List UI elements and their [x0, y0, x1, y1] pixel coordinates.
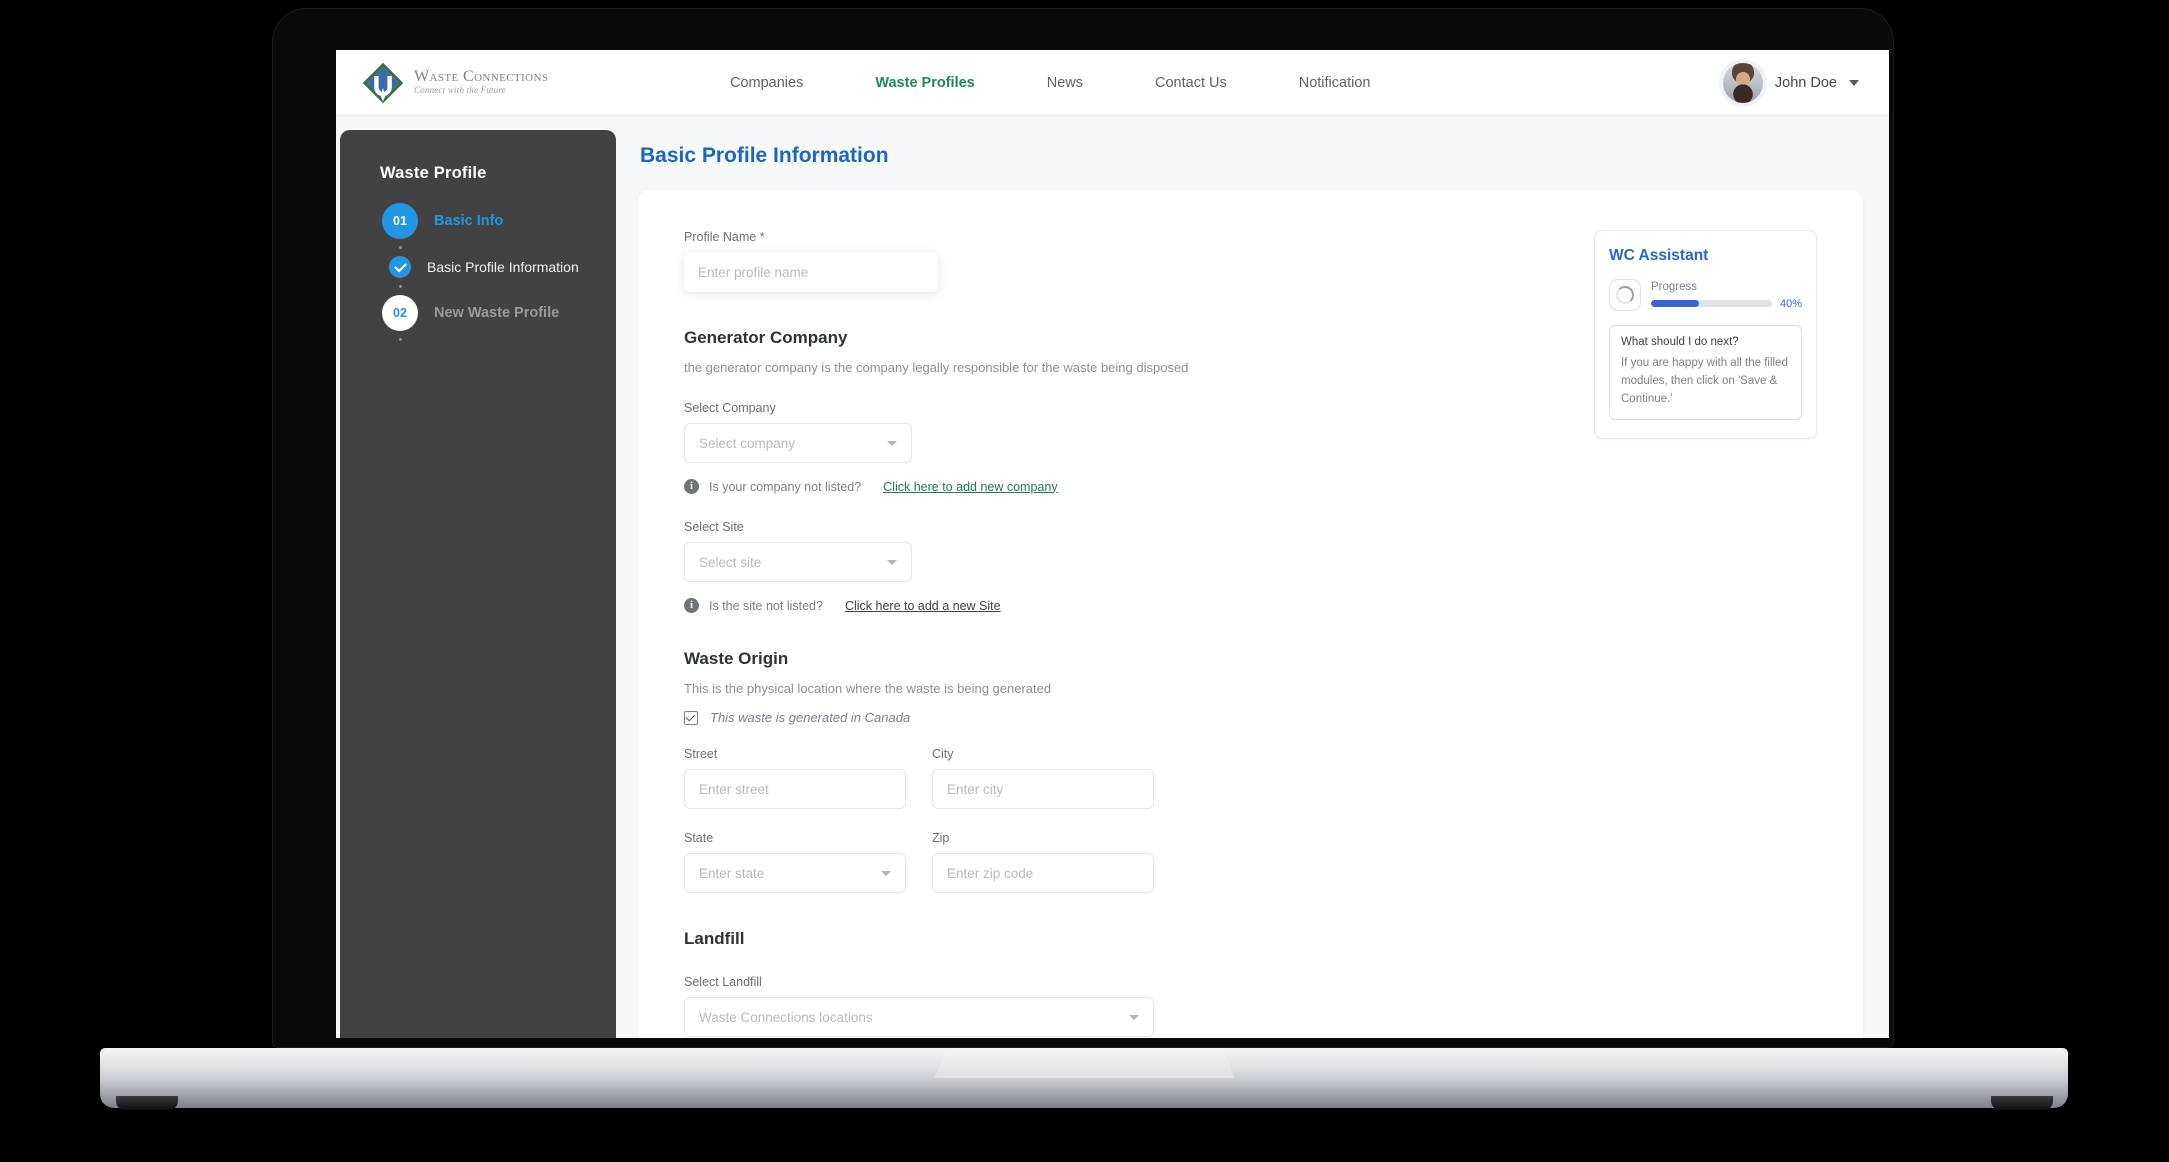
- sidebar: Waste Profile 01 Basic Info Basic Profil…: [340, 130, 616, 1038]
- progress-label: Progress: [1651, 280, 1698, 293]
- progress-bar-track: [1651, 300, 1772, 307]
- dot: [398, 285, 402, 288]
- user-name: John Doe: [1774, 74, 1837, 91]
- select-site-dropdown[interactable]: Select site: [684, 542, 912, 582]
- info-icon: i: [684, 598, 699, 613]
- loading-spinner-icon: [1609, 279, 1641, 311]
- street-input[interactable]: Enter street: [684, 769, 906, 809]
- brand-tagline: Connect with the Future: [414, 85, 507, 96]
- laptop-foot-left: [116, 1096, 178, 1110]
- add-company-hint: i Is your company not listed? Click here…: [684, 479, 1817, 494]
- state-dropdown[interactable]: Enter state: [684, 853, 906, 893]
- wc-assistant-panel: WC Assistant Progress 40% What should I …: [1594, 230, 1817, 440]
- sidebar-step-basic-info[interactable]: 01 Basic Info: [372, 203, 616, 239]
- brand-text: Waste Connections Connect with the Futur…: [414, 68, 549, 96]
- city-input[interactable]: Enter city: [932, 769, 1154, 809]
- nav-item-contact-us[interactable]: Contact Us: [1155, 75, 1227, 91]
- zip-group: Zip Enter zip code: [932, 831, 1154, 893]
- city-label: City: [932, 747, 954, 761]
- profile-name-input[interactable]: Enter profile name: [684, 252, 938, 292]
- add-new-company-link[interactable]: Click here to add new company: [883, 480, 1057, 494]
- state-group: State Enter state: [684, 831, 906, 893]
- sidebar-step-new-waste-profile[interactable]: 02 New Waste Profile: [372, 295, 616, 331]
- info-icon: i: [684, 479, 699, 494]
- top-navigation-bar: Waste Connections Connect with the Futur…: [336, 50, 1889, 116]
- add-company-hint-text: Is your company not listed?: [709, 479, 862, 494]
- step-number-badge: 02: [382, 295, 418, 331]
- wc-assistant-title: WC Assistant: [1609, 247, 1709, 264]
- waste-origin-title: Waste Origin: [684, 649, 789, 668]
- sidebar-step-basic-profile-information[interactable]: Basic Profile Information: [372, 256, 616, 278]
- step-connector-dots: [382, 239, 418, 256]
- progress-wrap: Progress 40%: [1651, 281, 1802, 310]
- nav-item-notification[interactable]: Notification: [1299, 75, 1371, 91]
- address-row-2: State Enter state Zip Enter zip code: [684, 831, 1817, 893]
- select-company-dropdown[interactable]: Select company: [684, 423, 912, 463]
- step-connector-dots: [382, 278, 418, 295]
- zip-label: Zip: [932, 831, 950, 845]
- street-group: Street Enter street: [684, 747, 906, 809]
- add-new-site-link[interactable]: Click here to add a new Site: [845, 599, 1001, 613]
- form-card: Profile Name * Enter profile name Genera…: [638, 190, 1863, 1038]
- waste-connections-diamond-logo-icon: [362, 62, 404, 103]
- main-nav: Companies Waste Profiles News Contact Us…: [730, 75, 1370, 91]
- address-row-1: Street Enter street City Enter city: [684, 747, 1817, 809]
- chevron-down-icon: [887, 440, 897, 446]
- state-value: Enter state: [699, 865, 765, 881]
- step-connector-dots: [382, 331, 418, 348]
- canada-checkbox-row[interactable]: This waste is generated in Canada: [684, 710, 1817, 725]
- select-site-label: Select Site: [684, 520, 744, 534]
- city-group: City Enter city: [932, 747, 1154, 809]
- wc-assistant-message: What should I do next? If you are happy …: [1609, 325, 1802, 421]
- laptop-base-notch: [934, 1048, 1235, 1078]
- main-content: Basic Profile Information Profile Name *…: [616, 116, 1889, 1038]
- step-number-badge: 01: [382, 203, 418, 239]
- progress-bar-fill: [1651, 300, 1700, 307]
- brand-logo[interactable]: Waste Connections Connect with the Futur…: [336, 61, 696, 105]
- progress-percent: 40%: [1779, 297, 1802, 310]
- check-circle-icon: [389, 256, 411, 278]
- select-landfill-dropdown[interactable]: Waste Connections locations: [684, 997, 1154, 1037]
- assistant-answer: If you are happy with all the filled mod…: [1621, 357, 1788, 405]
- street-label: Street: [684, 747, 718, 761]
- sidebar-steps: 01 Basic Info Basic Profile Information: [340, 203, 616, 348]
- sidebar-step-label: New Waste Profile: [434, 305, 560, 321]
- avatar: [1722, 62, 1763, 103]
- user-menu[interactable]: John Doe: [1722, 62, 1859, 103]
- sidebar-step-label: Basic Info: [434, 213, 504, 229]
- dot: [398, 338, 402, 341]
- select-site-value: Select site: [699, 554, 762, 570]
- add-site-hint-text: Is the site not listed?: [709, 598, 823, 613]
- laptop-foot-right: [1991, 1096, 2053, 1110]
- assistant-question: What should I do next?: [1621, 336, 1739, 348]
- nav-item-waste-profiles[interactable]: Waste Profiles: [875, 75, 974, 91]
- sidebar-column: Waste Profile 01 Basic Info Basic Profil…: [336, 116, 616, 1038]
- brand-title: Waste Connections: [414, 68, 549, 86]
- dot: [398, 246, 402, 249]
- chevron-down-icon: [1129, 1014, 1139, 1020]
- page-body: Waste Profile 01 Basic Info Basic Profil…: [336, 116, 1889, 1038]
- sidebar-step-label: Basic Profile Information: [427, 259, 579, 275]
- laptop-screen: Waste Connections Connect with the Futur…: [336, 50, 1889, 1038]
- progress-bar-row: 40%: [1651, 298, 1802, 310]
- screenshot-stage: Waste Connections Connect with the Futur…: [0, 0, 2169, 1162]
- nav-item-companies[interactable]: Companies: [730, 75, 803, 91]
- nav-item-news[interactable]: News: [1047, 75, 1083, 91]
- chevron-down-icon[interactable]: [1849, 79, 1859, 86]
- chevron-down-icon: [887, 559, 897, 565]
- select-landfill-value: Waste Connections locations: [699, 1009, 873, 1025]
- checkbox-checked-icon[interactable]: [684, 710, 698, 725]
- select-company-value: Select company: [699, 435, 796, 451]
- chevron-down-icon: [881, 870, 891, 876]
- canada-checkbox-label: This waste is generated in Canada: [710, 710, 911, 725]
- sidebar-title: Waste Profile: [380, 164, 487, 182]
- select-landfill-label: Select Landfill: [684, 975, 762, 989]
- add-site-hint: i Is the site not listed? Click here to …: [684, 598, 1817, 613]
- wc-assistant-progress-row: Progress 40%: [1609, 279, 1802, 311]
- zip-input[interactable]: Enter zip code: [932, 853, 1154, 893]
- page-title: Basic Profile Information: [640, 144, 889, 167]
- waste-origin-description: This is the physical location where the …: [684, 681, 1052, 696]
- landfill-title: Landfill: [684, 929, 745, 948]
- state-label: State: [684, 831, 714, 845]
